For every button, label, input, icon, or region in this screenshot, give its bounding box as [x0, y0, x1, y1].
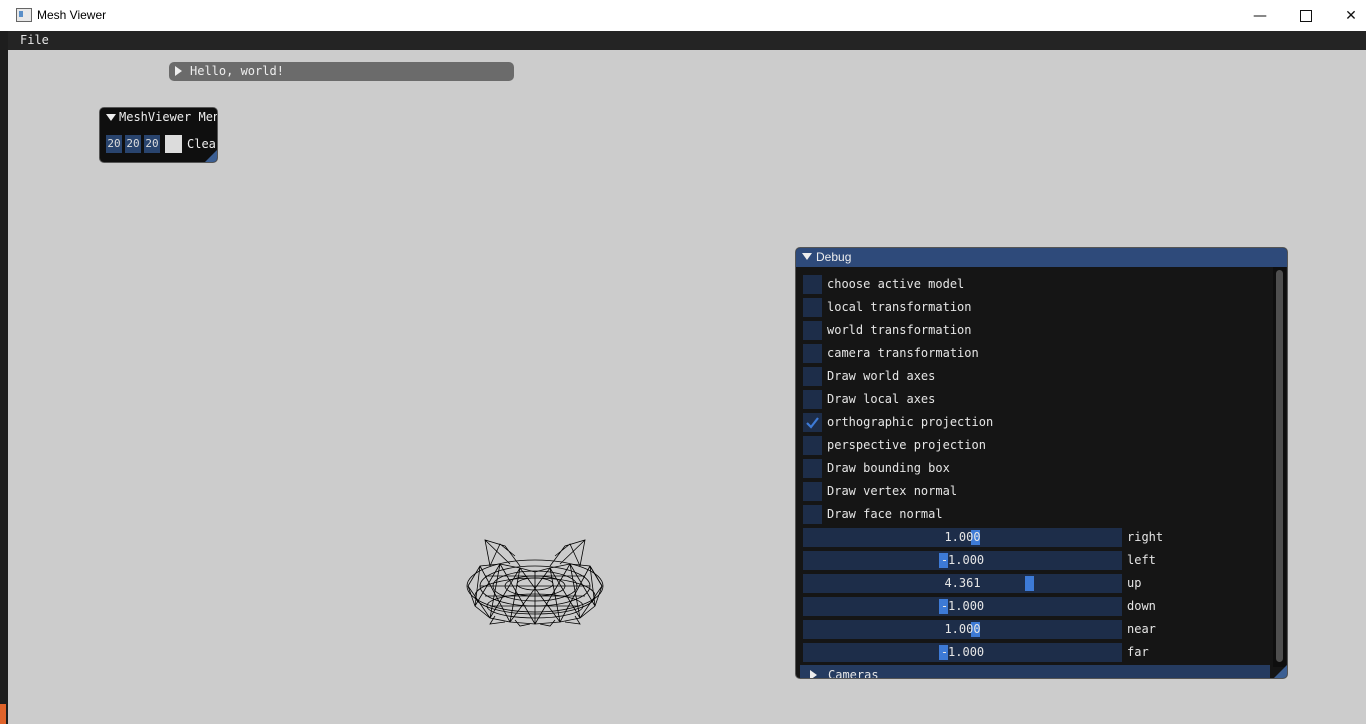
checkbox-draw-world-axes[interactable]	[803, 367, 822, 386]
checkbox-draw-face-normal[interactable]	[803, 505, 822, 524]
collapse-arrow-icon[interactable]	[106, 114, 116, 121]
checkbox-label: Draw local axes	[827, 392, 936, 406]
checkbox-label: choose active model	[827, 277, 965, 291]
debug-scrollbar[interactable]	[1273, 267, 1286, 667]
slider-label: left	[1127, 553, 1156, 567]
hello-window-title: Hello, world!	[190, 64, 284, 78]
wireframe-mesh	[466, 539, 604, 627]
meshviewer-menu-window: MeshViewer Menu 20 20 20 Clear	[99, 107, 218, 163]
close-button[interactable]: ✕	[1328, 0, 1366, 31]
debug-window: Debug choose active model local transfor…	[795, 247, 1288, 679]
checkbox-label: world transformation	[827, 323, 972, 337]
checkbox-label: camera transformation	[827, 346, 979, 360]
meshviewer-window-title: MeshViewer Menu	[119, 110, 218, 124]
collapse-arrow-icon[interactable]	[175, 66, 182, 76]
checkbox-draw-bounding-box[interactable]	[803, 459, 822, 478]
checkbox-label: perspective projection	[827, 438, 986, 452]
app-icon	[16, 8, 32, 22]
slider-down[interactable]: -1.000	[803, 597, 1122, 616]
slider-label: far	[1127, 645, 1149, 659]
window-titlebar: Mesh Viewer — ✕	[0, 0, 1366, 32]
scrollbar-thumb[interactable]	[1276, 270, 1283, 662]
debug-window-header[interactable]: Debug	[796, 248, 1287, 267]
maximize-button[interactable]	[1283, 0, 1329, 31]
slider-right[interactable]: 1.000	[803, 528, 1122, 547]
slider-value: -1.000	[940, 645, 985, 659]
left-edge-accent	[0, 704, 6, 724]
checkbox-label: orthographic projection	[827, 415, 994, 429]
expand-arrow-icon[interactable]	[810, 670, 817, 678]
slider-value: 4.361	[944, 576, 981, 590]
left-edge	[0, 31, 8, 724]
check-icon	[806, 417, 819, 429]
debug-window-title: Debug	[816, 250, 852, 264]
checkbox-label: Draw bounding box	[827, 461, 950, 475]
checkbox-draw-vertex-normal[interactable]	[803, 482, 822, 501]
color-r-input[interactable]: 20	[106, 135, 122, 153]
maximize-icon	[1300, 9, 1312, 22]
main-menubar: File	[8, 31, 1366, 50]
window-title: Mesh Viewer	[37, 8, 107, 22]
slider-value: 1.000	[944, 530, 981, 544]
cameras-header[interactable]: Cameras	[800, 665, 1270, 679]
resize-grip[interactable]	[205, 150, 217, 162]
checkbox-draw-local-axes[interactable]	[803, 390, 822, 409]
hello-world-window[interactable]: Hello, world!	[169, 62, 514, 81]
resize-grip[interactable]	[1274, 665, 1287, 678]
clear-color-swatch[interactable]	[165, 135, 182, 153]
slider-label: near	[1127, 622, 1156, 636]
checkbox-world-transformation[interactable]	[803, 321, 822, 340]
checkbox-label: Draw face normal	[827, 507, 943, 521]
checkbox-choose-active-model[interactable]	[803, 275, 822, 294]
checkbox-label: Draw vertex normal	[827, 484, 958, 498]
checkbox-perspective-projection[interactable]	[803, 436, 822, 455]
slider-left[interactable]: -1.000	[803, 551, 1122, 570]
slider-label: down	[1127, 599, 1156, 613]
meshviewer-window-header[interactable]: MeshViewer Menu	[100, 108, 217, 128]
checkbox-orthographic-projection[interactable]	[803, 413, 822, 432]
color-g-input[interactable]: 20	[125, 135, 141, 153]
collapse-arrow-icon[interactable]	[802, 253, 812, 260]
minimize-button[interactable]: —	[1237, 0, 1283, 31]
slider-value: -1.000	[940, 599, 985, 613]
checkbox-camera-transformation[interactable]	[803, 344, 822, 363]
slider-near[interactable]: 1.000	[803, 620, 1122, 639]
checkbox-local-transformation[interactable]	[803, 298, 822, 317]
slider-value: 1.000	[944, 622, 981, 636]
slider-label: up	[1127, 576, 1142, 590]
slider-value: -1.000	[940, 553, 985, 567]
slider-label: right	[1127, 530, 1164, 544]
clear-color-label: Clear	[187, 137, 217, 151]
color-b-input[interactable]: 20	[144, 135, 160, 153]
slider-up[interactable]: 4.361	[803, 574, 1122, 593]
slider-far[interactable]: -1.000	[803, 643, 1122, 662]
minimize-icon: —	[1253, 7, 1267, 24]
cameras-label: Cameras	[828, 668, 879, 679]
checkbox-label: Draw world axes	[827, 369, 936, 383]
close-icon: ✕	[1345, 7, 1357, 24]
menu-file[interactable]: File	[20, 33, 49, 47]
checkbox-label: local transformation	[827, 300, 972, 314]
